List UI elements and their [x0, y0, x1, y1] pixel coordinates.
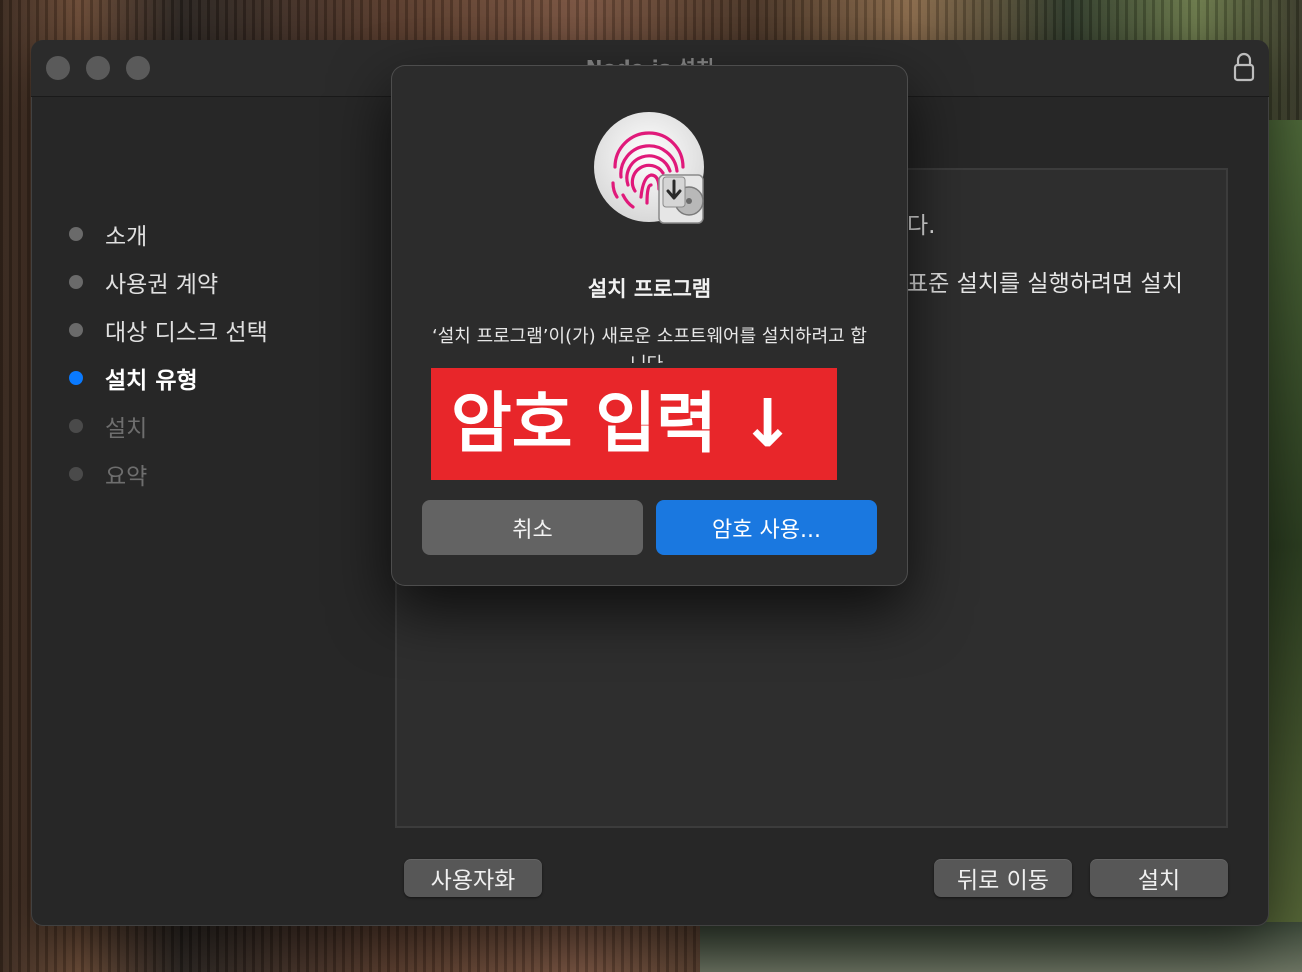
cancel-button[interactable]: 취소	[422, 500, 643, 555]
step-dot	[69, 419, 83, 433]
step-label: 대상 디스크 선택	[105, 320, 268, 346]
installer-steps: 소개 사용권 계약 대상 디스크 선택 설치 유형 설치 요약	[69, 210, 268, 498]
dialog-title: 설치 프로그램	[587, 277, 712, 301]
step-introduction: 소개	[69, 210, 268, 258]
step-summary: 요약	[69, 450, 268, 498]
fingerprint-installer-icon	[594, 112, 704, 224]
step-license: 사용권 계약	[69, 258, 268, 306]
step-dot	[69, 275, 83, 289]
step-dot	[69, 227, 83, 241]
customize-button[interactable]: 사용자화	[404, 859, 542, 897]
step-installation-type: 설치 유형	[69, 354, 268, 402]
step-dot	[69, 323, 83, 337]
step-install: 설치	[69, 402, 268, 450]
step-label: 설치 유형	[105, 368, 198, 394]
auth-dialog: 설치 프로그램 ‘설치 프로그램’이(가) 새로운 소프트웨어를 설치하려고 합…	[391, 65, 908, 586]
step-dot	[69, 467, 83, 481]
step-dot-active	[69, 371, 83, 385]
enter-password-annotation: 암호 입력 ↓	[431, 368, 837, 480]
wallpaper-ground	[700, 922, 1302, 972]
step-label: 설치	[105, 416, 148, 442]
step-label: 요약	[105, 464, 148, 490]
content-text-line: 다.	[907, 213, 936, 239]
use-password-button[interactable]: 암호 사용...	[656, 500, 877, 555]
step-label: 소개	[105, 224, 148, 250]
dialog-message: ‘설치 프로그램’이(가) 새로운 소프트웨어를 설치하려고 합니다.	[432, 326, 867, 363]
step-destination: 대상 디스크 선택	[69, 306, 268, 354]
lock-icon[interactable]	[1233, 52, 1255, 82]
step-label: 사용권 계약	[105, 272, 219, 298]
install-button[interactable]: 설치	[1090, 859, 1228, 897]
go-back-button[interactable]: 뒤로 이동	[934, 859, 1072, 897]
content-text-line: 표준 설치를 실행하려면 설치	[907, 271, 1183, 297]
